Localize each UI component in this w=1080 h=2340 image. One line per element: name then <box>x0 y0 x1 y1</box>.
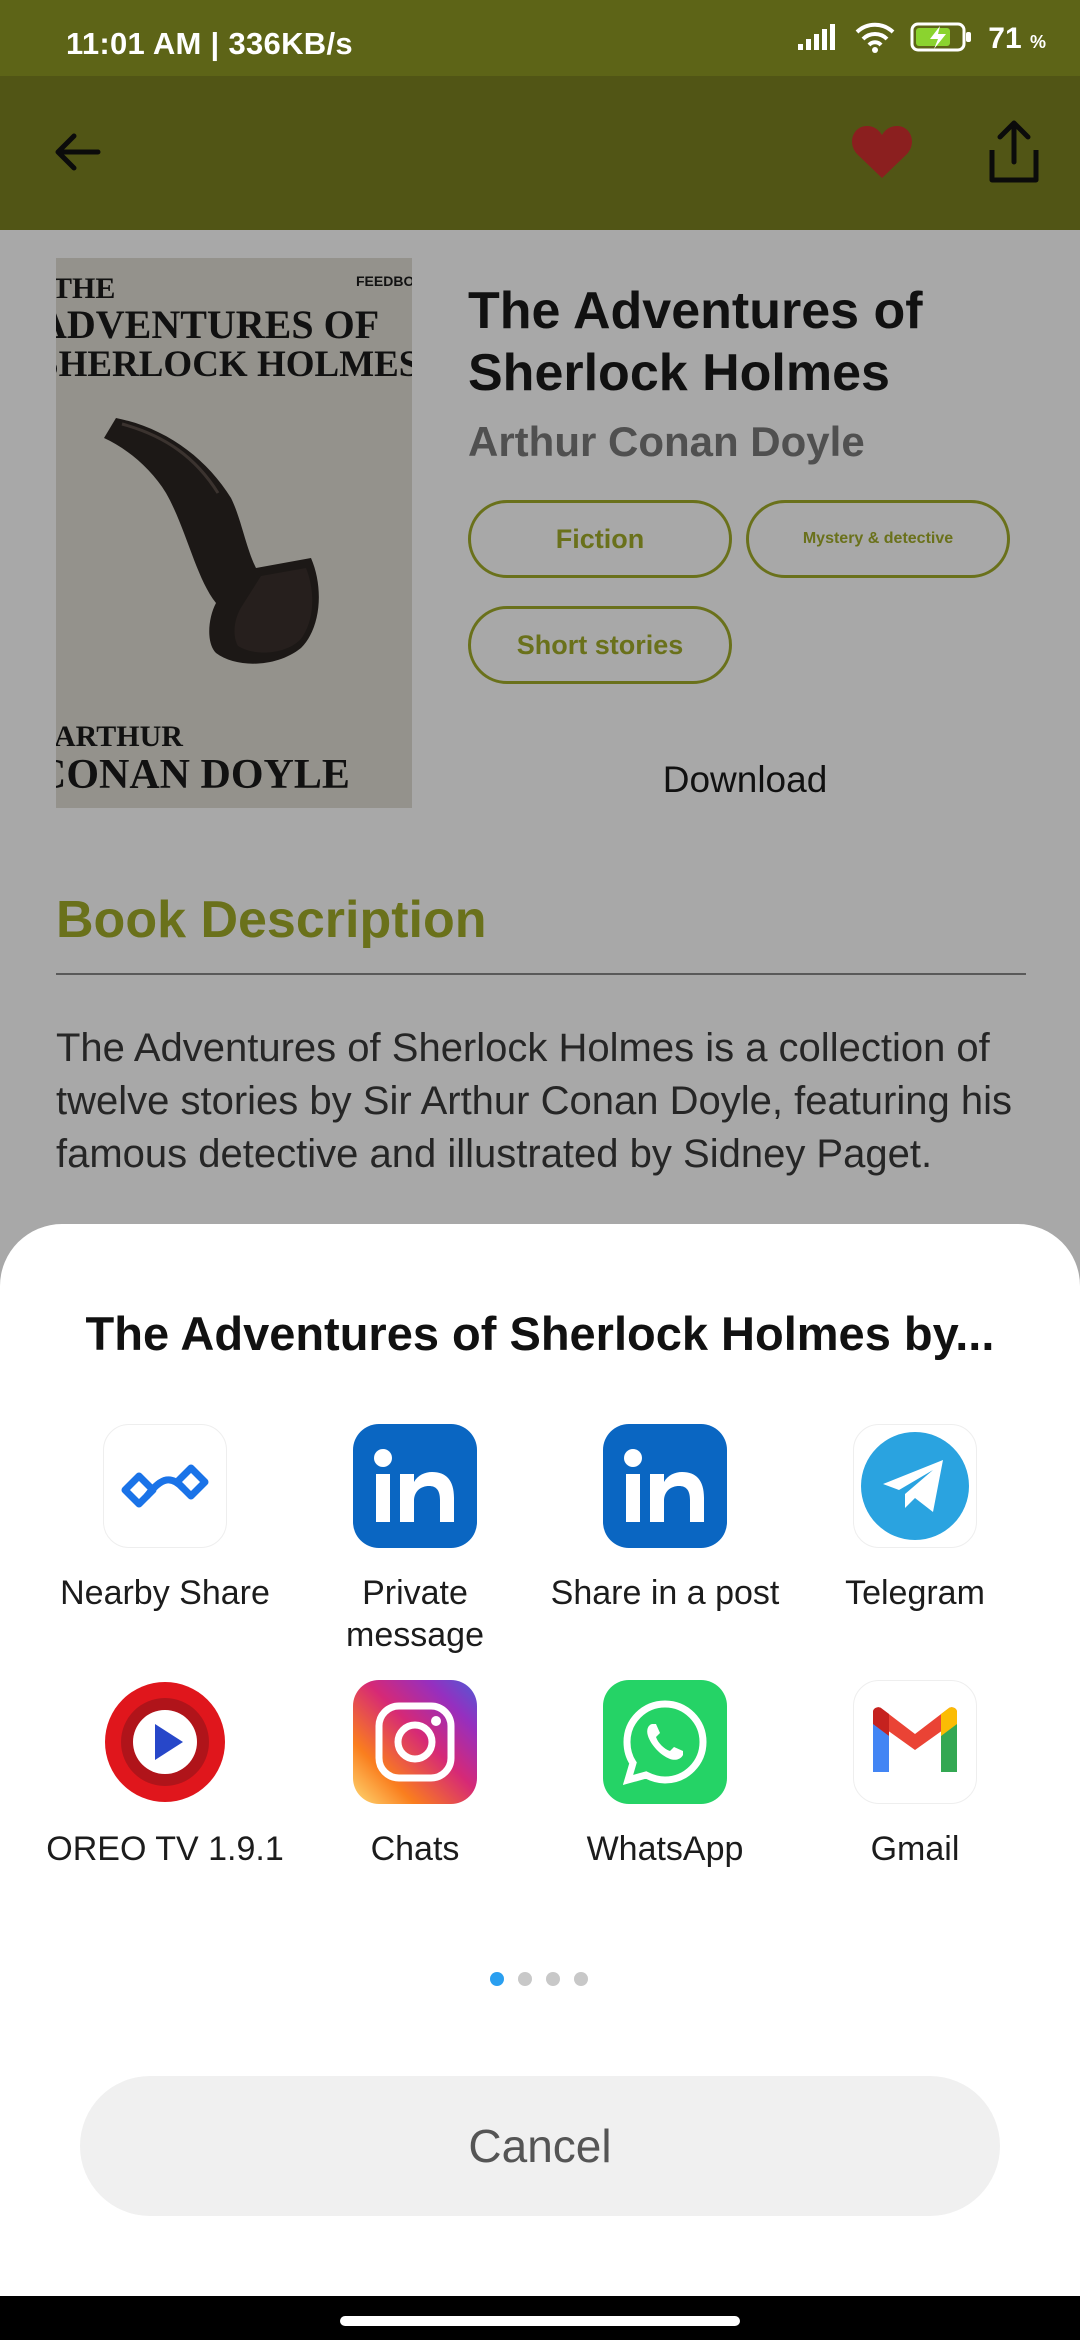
page-indicator <box>490 1972 588 1986</box>
cancel-button[interactable]: Cancel <box>80 2076 1000 2216</box>
battery-percent: 71 % <box>988 22 1046 55</box>
app-label: Chats <box>370 1830 460 1868</box>
share-target-private-message[interactable]: Private message <box>290 1424 540 1664</box>
status-time: 11:01 AM | 336KB/s <box>66 26 353 61</box>
status-bar: 11:01 AM | 336KB/s 71 % <box>0 0 1080 76</box>
share-target-share-in-post[interactable]: Share in a post <box>540 1424 790 1664</box>
status-icons: 71 % <box>798 22 1046 56</box>
app-label: WhatsApp <box>586 1830 744 1868</box>
app-label: OREO TV 1.9.1 <box>46 1830 284 1868</box>
page-dot[interactable] <box>490 1972 504 1986</box>
whatsapp-icon <box>603 1680 727 1804</box>
nearby-share-icon <box>103 1424 227 1548</box>
signal-icon <box>798 23 840 55</box>
page-dot[interactable] <box>574 1972 588 1986</box>
app-label: Telegram <box>845 1574 985 1612</box>
share-target-gmail[interactable]: Gmail <box>790 1680 1040 1920</box>
share-target-telegram[interactable]: Telegram <box>790 1424 1040 1664</box>
instagram-icon <box>353 1680 477 1804</box>
share-sheet: The Adventures of Sherlock Holmes by... … <box>0 1224 1080 2340</box>
app-label: Share in a post <box>550 1574 780 1612</box>
wifi-icon <box>854 21 896 58</box>
linkedin-icon <box>603 1424 727 1548</box>
share-target-chats[interactable]: Chats <box>290 1680 540 1920</box>
page-dot[interactable] <box>518 1972 532 1986</box>
page-dot[interactable] <box>546 1972 560 1986</box>
linkedin-icon <box>353 1424 477 1548</box>
oreo-tv-icon <box>103 1680 227 1804</box>
app-label: Private message <box>346 1574 484 1654</box>
share-target-oreo-tv[interactable]: OREO TV 1.9.1 <box>40 1680 290 1920</box>
app-label: Gmail <box>870 1830 960 1868</box>
share-sheet-title: The Adventures of Sherlock Holmes by... <box>85 1307 995 1360</box>
telegram-icon <box>853 1424 977 1548</box>
home-gesture-handle[interactable] <box>340 2316 740 2326</box>
navigation-bar <box>0 2296 1080 2340</box>
share-target-nearby-share[interactable]: Nearby Share <box>40 1424 290 1664</box>
gmail-icon <box>853 1680 977 1804</box>
battery-charging-icon <box>910 21 974 58</box>
share-target-whatsapp[interactable]: WhatsApp <box>540 1680 790 1920</box>
app-label: Nearby Share <box>60 1574 270 1612</box>
